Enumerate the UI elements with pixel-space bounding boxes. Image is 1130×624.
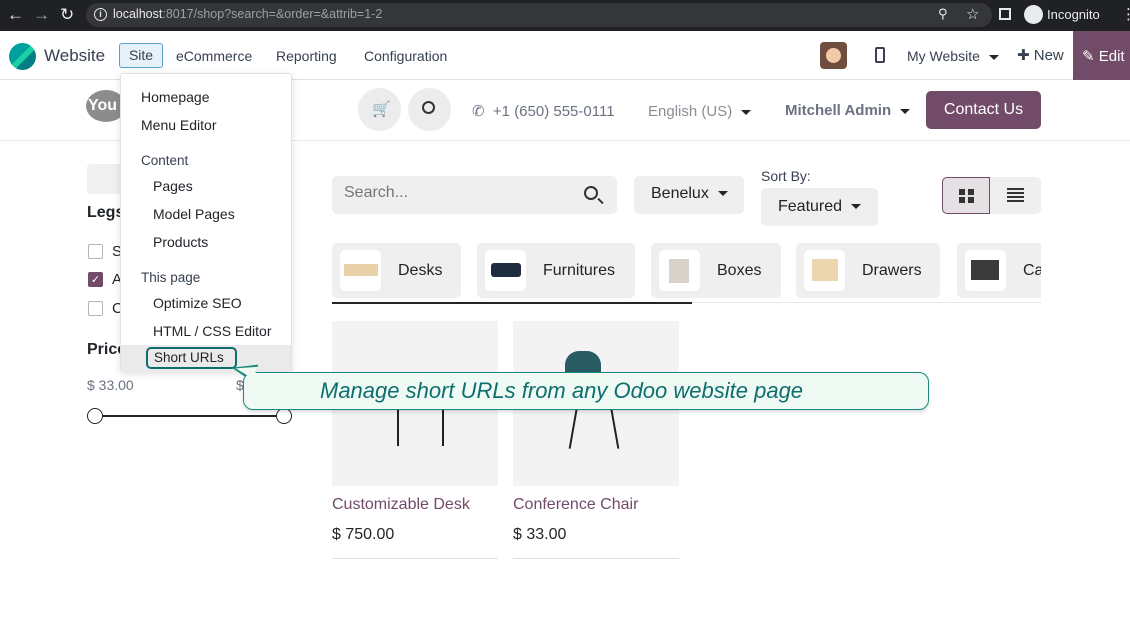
menu-html-css-editor[interactable]: HTML / CSS Editor bbox=[153, 323, 272, 339]
edit-button[interactable]: ✎ Edit bbox=[1073, 31, 1130, 80]
list-view-button[interactable] bbox=[990, 177, 1041, 214]
callout-tooltip: Manage short URLs from any Odoo website … bbox=[243, 372, 929, 410]
contact-us-button[interactable]: Contact Us bbox=[926, 91, 1041, 129]
menu-header-content: Content bbox=[141, 153, 189, 168]
menu-homepage[interactable]: Homepage bbox=[141, 89, 210, 105]
reload-icon[interactable]: ↻ bbox=[60, 5, 74, 25]
menu-model-pages[interactable]: Model Pages bbox=[153, 206, 235, 222]
grid-icon bbox=[959, 189, 974, 203]
category-thumbnail bbox=[485, 250, 526, 291]
category-thumbnail bbox=[659, 250, 700, 291]
menu-short-urls[interactable]: Short URLs bbox=[146, 347, 237, 369]
website-switcher[interactable]: My Website bbox=[907, 48, 999, 64]
product-price: $ 750.00 bbox=[332, 526, 395, 543]
menu-ecommerce[interactable]: eCommerce bbox=[176, 48, 252, 64]
menu-pages[interactable]: Pages bbox=[153, 178, 193, 194]
category-drawers[interactable]: Drawers bbox=[796, 243, 940, 298]
category-label: Boxes bbox=[717, 262, 762, 279]
pencil-icon: ✎ bbox=[1082, 48, 1095, 65]
category-boxes[interactable]: Boxes bbox=[651, 243, 781, 298]
price-slider-min-handle[interactable] bbox=[87, 408, 103, 424]
phone-icon: ✆ bbox=[472, 103, 485, 120]
app-name[interactable]: Website bbox=[44, 46, 105, 66]
incognito-icon bbox=[1024, 5, 1043, 24]
mobile-preview-icon[interactable] bbox=[875, 47, 885, 63]
back-arrow-icon[interactable]: ← bbox=[7, 5, 24, 25]
plus-icon: ✚ bbox=[1017, 47, 1030, 64]
category-furnitures[interactable]: Furnitures bbox=[477, 243, 635, 298]
address-bar[interactable]: i localhost:8017/shop?search=&order=&att… bbox=[86, 3, 992, 27]
category-label: Drawers bbox=[862, 262, 922, 279]
product-card[interactable]: Conference Chair $ 33.00 bbox=[513, 321, 679, 559]
website-app-icon[interactable] bbox=[9, 43, 36, 70]
new-button[interactable]: ✚ New bbox=[1017, 46, 1064, 64]
category-desks[interactable]: Desks bbox=[332, 243, 461, 298]
menu-menu-editor[interactable]: Menu Editor bbox=[141, 117, 216, 133]
grid-view-button[interactable] bbox=[942, 177, 990, 214]
cart-icon: 🛒 bbox=[372, 101, 391, 118]
category-cabinets[interactable]: Ca bbox=[957, 243, 1041, 298]
menu-configuration[interactable]: Configuration bbox=[364, 48, 447, 64]
filter-title: Legs bbox=[87, 204, 125, 221]
incognito-label: Incognito bbox=[1047, 7, 1100, 22]
price-slider-track[interactable] bbox=[95, 415, 285, 417]
browser-menu-icon[interactable]: ⋮ bbox=[1121, 5, 1130, 23]
browser-toolbar: ← → ↻ i localhost:8017/shop?search=&orde… bbox=[0, 0, 1130, 31]
sort-by-label: Sort By: bbox=[761, 168, 811, 184]
filter-checkbox[interactable] bbox=[88, 301, 103, 316]
category-active-indicator bbox=[332, 302, 692, 304]
menu-header-this-page: This page bbox=[141, 270, 201, 285]
filter-checkbox[interactable] bbox=[88, 244, 103, 259]
site-info-icon[interactable]: i bbox=[94, 8, 107, 21]
filter-checkbox-checked[interactable]: ✓ bbox=[88, 272, 103, 287]
forward-arrow-icon[interactable]: → bbox=[33, 5, 50, 25]
menu-products[interactable]: Products bbox=[153, 234, 208, 250]
language-selector[interactable]: English (US) bbox=[648, 103, 751, 120]
menu-optimize-seo[interactable]: Optimize SEO bbox=[153, 295, 242, 311]
price-slider-max-handle[interactable] bbox=[276, 408, 292, 424]
header-search-button[interactable] bbox=[408, 88, 451, 131]
product-price: $ 33.00 bbox=[513, 526, 567, 543]
product-name[interactable]: Conference Chair bbox=[513, 496, 638, 514]
category-label: Desks bbox=[398, 262, 443, 279]
phone-number[interactable]: ✆ +1 (650) 555-0111 bbox=[472, 102, 615, 120]
category-tabs: Desks Furnitures Boxes Drawers Ca bbox=[332, 243, 1041, 299]
product-name[interactable]: Customizable Desk bbox=[332, 496, 470, 514]
search-input[interactable] bbox=[344, 184, 574, 202]
price-min: $ 33.00 bbox=[87, 377, 134, 393]
category-label: Ca bbox=[1023, 262, 1041, 279]
search-icon bbox=[422, 101, 435, 114]
list-icon bbox=[1007, 188, 1024, 202]
menu-reporting[interactable]: Reporting bbox=[276, 48, 337, 64]
tab-search-icon[interactable] bbox=[999, 8, 1011, 20]
callout-text: Manage short URLs from any Odoo website … bbox=[320, 378, 804, 403]
search-icon[interactable] bbox=[584, 186, 598, 200]
bookmark-star-icon[interactable]: ☆ bbox=[966, 5, 979, 23]
product-search bbox=[332, 176, 617, 214]
url-text: localhost:8017/shop?search=&order=&attri… bbox=[113, 7, 383, 21]
zoom-icon[interactable]: ⚲ bbox=[938, 6, 948, 22]
category-label: Furnitures bbox=[543, 262, 616, 279]
user-menu[interactable]: Mitchell Admin bbox=[785, 102, 910, 119]
menu-site[interactable]: Site bbox=[119, 43, 163, 68]
sort-dropdown[interactable]: Featured bbox=[761, 188, 878, 226]
user-avatar[interactable] bbox=[820, 42, 847, 69]
pricelist-dropdown[interactable]: Benelux bbox=[634, 176, 744, 214]
product-card[interactable]: Customizable Desk $ 750.00 bbox=[332, 321, 498, 559]
category-thumbnail bbox=[340, 250, 381, 291]
category-thumbnail bbox=[965, 250, 1006, 291]
site-dropdown-menu: Homepage Menu Editor Content Pages Model… bbox=[120, 73, 292, 372]
cart-button[interactable]: 🛒 bbox=[358, 88, 401, 131]
category-thumbnail bbox=[804, 250, 845, 291]
